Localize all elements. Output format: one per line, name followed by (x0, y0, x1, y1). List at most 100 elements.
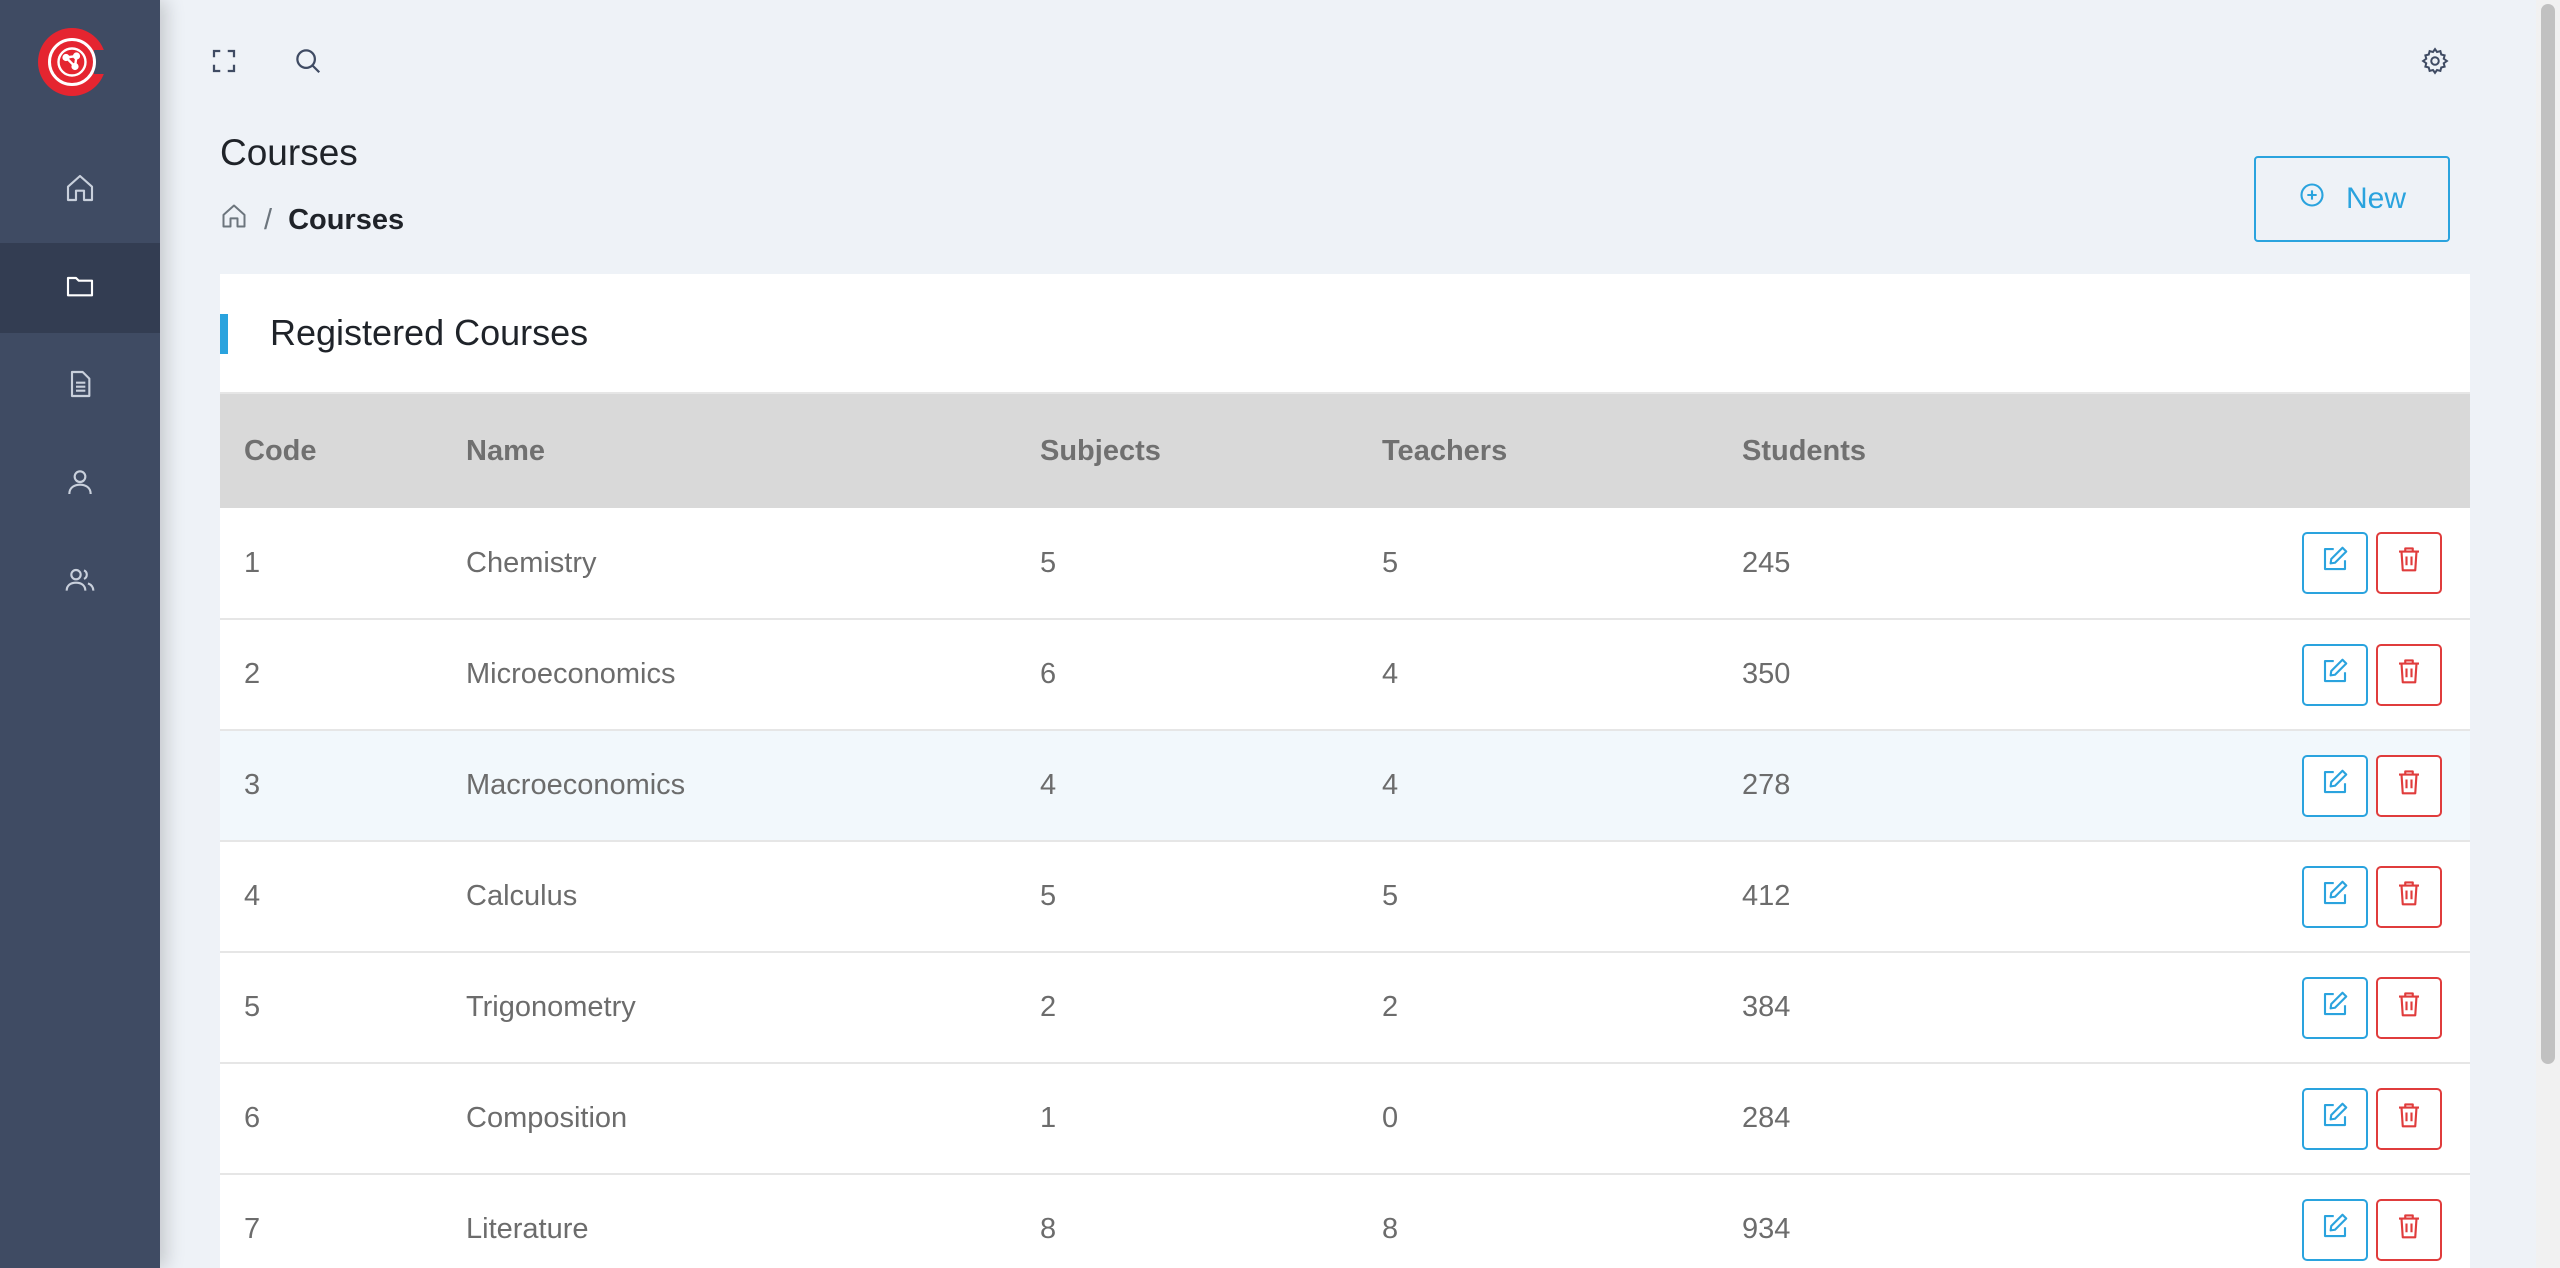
cell-name: Trigonometry (466, 991, 636, 1023)
cell-teachers: 2 (1382, 991, 1399, 1023)
delete-button[interactable] (2376, 532, 2442, 594)
delete-button[interactable] (2376, 754, 2442, 817)
cell-code: 7 (244, 1213, 261, 1245)
column-header-code[interactable]: Code (220, 394, 466, 508)
sidebar-item-students[interactable] (0, 537, 160, 627)
cell-actions (2142, 619, 2470, 730)
edit-icon (2320, 767, 2350, 805)
breadcrumb-current: Courses (288, 203, 405, 236)
column-header-subjects[interactable]: Subjects (1040, 394, 1382, 508)
column-header-teachers[interactable]: Teachers (1382, 394, 1742, 508)
card-accent-bar (220, 314, 228, 354)
edit-button[interactable] (2302, 1198, 2368, 1261)
delete-button[interactable] (2376, 1198, 2442, 1261)
cell-code: 2 (244, 658, 261, 690)
cell-students: 284 (1742, 1102, 1791, 1134)
column-header-name[interactable]: Name (466, 394, 1040, 508)
users-icon (64, 564, 96, 601)
table-row[interactable]: 2 Microeconomics 6 4 350 (220, 619, 2470, 730)
page-scrollbar[interactable] (2536, 0, 2560, 1268)
trash-icon (2394, 656, 2424, 694)
edit-button[interactable] (2302, 1087, 2368, 1150)
cell-teachers: 4 (1382, 658, 1399, 690)
trash-icon (2394, 544, 2424, 582)
fullscreen-icon (209, 46, 239, 81)
column-header-students[interactable]: Students (1742, 394, 2142, 508)
cell-name: Chemistry (466, 546, 597, 579)
cell-subjects: 4 (1040, 769, 1057, 801)
column-header-actions (2142, 394, 2470, 508)
edit-button[interactable] (2302, 754, 2368, 817)
cell-subjects: 5 (1040, 546, 1057, 579)
registered-courses-card: Registered Courses Code Name Subjects Te… (220, 274, 2470, 1268)
cell-teachers: 8 (1382, 1213, 1399, 1245)
cell-students: 934 (1742, 1213, 1791, 1245)
edit-icon (2320, 544, 2350, 582)
cell-name: Composition (466, 1102, 628, 1134)
cell-students: 412 (1742, 880, 1791, 912)
edit-button[interactable] (2302, 865, 2368, 928)
cell-code: 1 (244, 546, 261, 579)
scrollbar-thumb[interactable] (2541, 4, 2555, 1064)
table-row[interactable]: 3 Macroeconomics 4 4 278 (220, 730, 2470, 841)
user-icon (64, 466, 96, 503)
edit-icon (2320, 1100, 2350, 1138)
cell-code: 5 (244, 991, 261, 1023)
cell-subjects: 8 (1040, 1213, 1057, 1245)
sidebar (0, 0, 160, 1268)
settings-button[interactable] (2418, 46, 2452, 80)
trash-icon (2394, 1211, 2424, 1249)
delete-button[interactable] (2376, 1087, 2442, 1150)
cell-subjects: 6 (1040, 658, 1057, 690)
edit-button[interactable] (2302, 643, 2368, 706)
card-header: Registered Courses (220, 274, 2470, 394)
edit-icon (2320, 989, 2350, 1027)
sidebar-item-home[interactable] (0, 145, 160, 235)
cell-students: 245 (1742, 546, 1791, 579)
new-course-button[interactable]: New (2254, 156, 2450, 242)
cell-students: 350 (1742, 658, 1791, 690)
delete-button[interactable] (2376, 643, 2442, 706)
new-button-label: New (2345, 182, 2406, 215)
trash-icon (2394, 878, 2424, 916)
cell-name: Macroeconomics (466, 769, 686, 801)
table-row[interactable]: 7 Literature 8 8 934 (220, 1174, 2470, 1268)
delete-button[interactable] (2376, 865, 2442, 928)
app-logo[interactable] (38, 28, 112, 96)
plus-circle-icon (2298, 181, 2326, 217)
globe-network-logo-icon (48, 38, 96, 86)
cell-name: Literature (466, 1213, 589, 1245)
edit-icon (2320, 878, 2350, 916)
edit-button[interactable] (2302, 976, 2368, 1039)
document-icon (64, 368, 96, 405)
cell-actions (2142, 841, 2470, 952)
edit-icon (2320, 1211, 2350, 1249)
search-button[interactable] (291, 46, 325, 80)
sidebar-item-courses[interactable] (0, 243, 160, 333)
table-row[interactable]: 4 Calculus 5 5 412 (220, 841, 2470, 952)
folder-icon (64, 270, 96, 307)
delete-button[interactable] (2376, 976, 2442, 1039)
trash-icon (2394, 1100, 2424, 1138)
sidebar-item-teachers[interactable] (0, 439, 160, 529)
cell-code: 4 (244, 880, 261, 912)
page-title: Courses (220, 132, 358, 173)
cell-name: Calculus (466, 880, 578, 912)
search-icon (293, 46, 323, 81)
trash-icon (2394, 767, 2424, 805)
edit-button[interactable] (2302, 532, 2368, 594)
breadcrumb-home-icon[interactable] (220, 202, 248, 238)
fullscreen-button[interactable] (207, 46, 241, 80)
table-row[interactable]: 1 Chemistry 5 5 245 (220, 508, 2470, 619)
gear-icon (2420, 46, 2450, 81)
table-row[interactable]: 5 Trigonometry 2 2 384 (220, 952, 2470, 1063)
cell-code: 3 (244, 769, 261, 801)
breadcrumb: / Courses (220, 202, 404, 238)
cell-teachers: 5 (1382, 880, 1399, 912)
card-title: Registered Courses (270, 312, 589, 353)
table-row[interactable]: 6 Composition 1 0 284 (220, 1063, 2470, 1174)
courses-table: Code Name Subjects Teachers Students 1 C… (220, 394, 2470, 1268)
cell-students: 278 (1742, 769, 1791, 801)
cell-teachers: 0 (1382, 1102, 1399, 1134)
sidebar-item-subjects[interactable] (0, 341, 160, 431)
